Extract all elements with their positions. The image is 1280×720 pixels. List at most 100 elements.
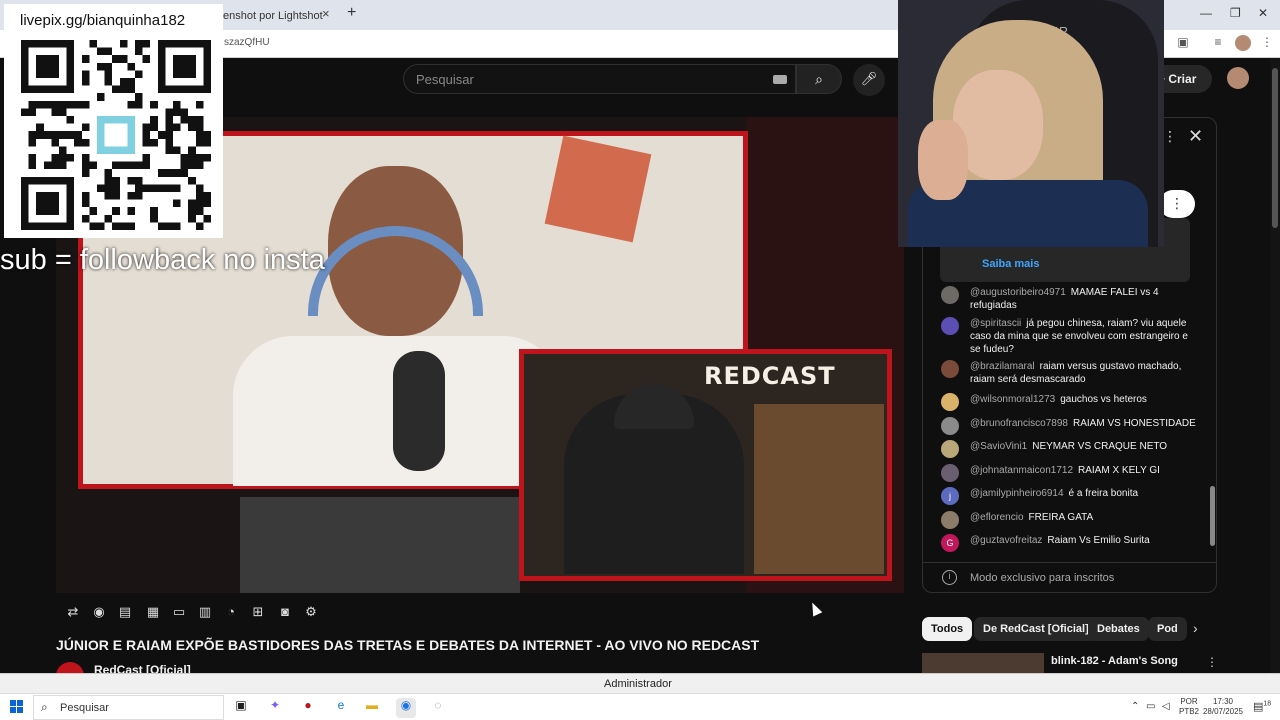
qr-module <box>180 116 189 124</box>
maximize-icon[interactable]: ❐ <box>1230 6 1241 20</box>
chat-author-avatar[interactable] <box>941 317 959 335</box>
search-button[interactable]: ⌕ <box>796 64 842 94</box>
qr-module <box>157 184 166 192</box>
chat-author-avatar[interactable] <box>941 440 959 458</box>
chat-message-text: é a freira bonita <box>1068 488 1139 499</box>
browser-tab[interactable]: enshot por Lightshot <box>205 3 365 30</box>
watch-later-icon[interactable]: ▤ <box>116 604 134 620</box>
minimize-icon[interactable]: — <box>1200 6 1212 20</box>
voice-search-button[interactable]: 🎤︎ <box>853 64 885 96</box>
chrome-icon[interactable]: ◉ <box>396 698 416 718</box>
pinned-learn-more-link[interactable]: Saiba mais <box>982 258 1039 270</box>
taskbar-search[interactable]: ⌕ Pesquisar <box>33 695 224 720</box>
info-icon[interactable]: i <box>942 570 957 585</box>
notifications-icon[interactable]: ▤18 <box>1253 700 1271 713</box>
recommended-video[interactable]: blink-182 - Adam's Song ⋮ <box>922 653 1217 673</box>
qr-module <box>89 40 97 48</box>
search-input[interactable]: Pesquisar <box>403 64 796 94</box>
chevron-right-icon[interactable]: › <box>1193 620 1198 636</box>
chip-debates[interactable]: Debates <box>1088 617 1149 641</box>
file-explorer-icon[interactable]: ▬ <box>362 698 382 718</box>
chat-message-body: @brazilamaral raiam versus gustavo machad… <box>970 360 1196 386</box>
theater-mode-icon[interactable]: ▭ <box>170 604 188 620</box>
chat-author-avatar[interactable] <box>941 511 959 529</box>
chip-all[interactable]: Todos <box>922 617 973 641</box>
volume-icon[interactable]: ◁ <box>1162 701 1170 712</box>
chat-author-name[interactable]: @brunofrancisco7898 <box>970 418 1068 429</box>
task-view-icon[interactable]: ▣ <box>231 698 251 718</box>
chat-author-name[interactable]: @SavioVini1 <box>970 441 1027 452</box>
network-icon[interactable]: ▭ <box>1146 701 1155 712</box>
chat-author-name[interactable]: @augustoribeiro4971 <box>970 287 1066 298</box>
chip-channel[interactable]: De RedCast [Oficial] <box>974 617 1098 641</box>
obs-icon[interactable]: ● <box>298 698 318 718</box>
qr-module <box>66 100 75 109</box>
page-scroll-thumb[interactable] <box>1272 68 1278 228</box>
qr-module <box>36 100 44 109</box>
qr-module <box>97 222 105 230</box>
chat-message-body: @jamilypinheiro6914 é a freira bonita <box>970 487 1196 500</box>
miniplayer-icon[interactable]: ▥ <box>196 604 214 620</box>
pinned-options-icon[interactable]: ⋮ <box>1159 190 1195 218</box>
qr-module <box>195 184 204 192</box>
account-avatar[interactable] <box>1227 67 1249 89</box>
qr-module <box>89 222 97 230</box>
language-indicator[interactable]: POR PTB2 <box>1179 697 1199 717</box>
speed-icon[interactable]: ◔ <box>222 604 240 620</box>
system-clock[interactable]: 17:30 28/07/2025 <box>1200 697 1246 717</box>
chat-author-avatar[interactable]: j <box>941 487 959 505</box>
screenshot-icon[interactable]: ◙ <box>276 604 294 620</box>
browser-menu-icon[interactable]: ⋮ <box>1259 35 1275 51</box>
live-icon[interactable]: ◉ <box>90 604 108 620</box>
chat-author-avatar[interactable] <box>941 393 959 411</box>
chat-scrollbar[interactable] <box>1210 188 1216 558</box>
add-clip-icon[interactable]: ⊞ <box>249 604 267 620</box>
chat-message: @spiritascii já pegou chinesa, raiam? viu… <box>941 317 1196 356</box>
recommended-options-icon[interactable]: ⋮ <box>1206 655 1217 669</box>
chat-author-name[interactable]: @jamilypinheiro6914 <box>970 488 1064 499</box>
settings-gear-icon[interactable]: ⚙ <box>302 604 320 620</box>
chat-author-avatar[interactable] <box>941 286 959 304</box>
qr-module <box>81 100 90 109</box>
qr-module <box>119 222 128 230</box>
streamer-hand <box>918 120 968 200</box>
chat-scroll-thumb[interactable] <box>1210 486 1215 546</box>
copilot-icon[interactable]: ✦ <box>265 698 285 718</box>
keyboard-icon[interactable] <box>773 75 787 84</box>
qr-module <box>203 199 211 208</box>
chat-message-text: gauchos vs heteros <box>1060 394 1147 405</box>
profile-avatar[interactable] <box>1235 35 1251 51</box>
window-close-icon[interactable]: ✕ <box>1258 6 1268 20</box>
recommended-title[interactable]: blink-182 - Adam's Song <box>1051 655 1178 667</box>
chat-author-name[interactable]: @guztavofreitaz <box>970 535 1042 546</box>
recommended-thumbnail[interactable] <box>922 653 1044 673</box>
qr-module <box>43 131 52 139</box>
new-tab-icon[interactable]: + <box>347 4 356 22</box>
chip-podcast[interactable]: Pod <box>1148 617 1187 641</box>
tray-chevron-icon[interactable]: ⌃ <box>1131 701 1139 712</box>
edge-icon[interactable]: e <box>331 698 351 718</box>
chat-author-avatar[interactable] <box>941 360 959 378</box>
qr-module <box>112 55 120 63</box>
reading-list-icon[interactable]: ≡ <box>1210 35 1226 51</box>
chat-author-name[interactable]: @brazilamaral <box>970 361 1035 372</box>
notification-count: 18 <box>1263 700 1272 708</box>
chat-more-icon[interactable]: ⋮ <box>1163 128 1177 145</box>
chat-author-avatar[interactable]: G <box>941 534 959 552</box>
clip-icon[interactable]: ▦ <box>144 604 162 620</box>
extensions-puzzle-icon[interactable]: ▣ <box>1175 35 1191 51</box>
repeat-icon[interactable]: ⇄ <box>64 604 82 620</box>
chat-author-avatar[interactable] <box>941 464 959 482</box>
microphone-icon: 🎤︎ <box>860 71 878 86</box>
page-scrollbar[interactable] <box>1270 58 1280 675</box>
chat-close-icon[interactable]: ✕ <box>1188 126 1203 147</box>
chat-author-name[interactable]: @eflorencio <box>970 512 1024 523</box>
tab-close-icon[interactable]: × <box>322 6 330 21</box>
app-icon[interactable]: ◌ <box>428 698 448 718</box>
chat-author-name[interactable]: @spiritascii <box>970 318 1021 329</box>
chat-author-name[interactable]: @wilsonmoral1273 <box>970 394 1055 405</box>
chat-author-avatar[interactable] <box>941 417 959 435</box>
windows-start-icon[interactable] <box>10 700 24 714</box>
qr-module <box>203 192 211 200</box>
chat-author-name[interactable]: @johnatanmaicon1712 <box>970 465 1073 476</box>
